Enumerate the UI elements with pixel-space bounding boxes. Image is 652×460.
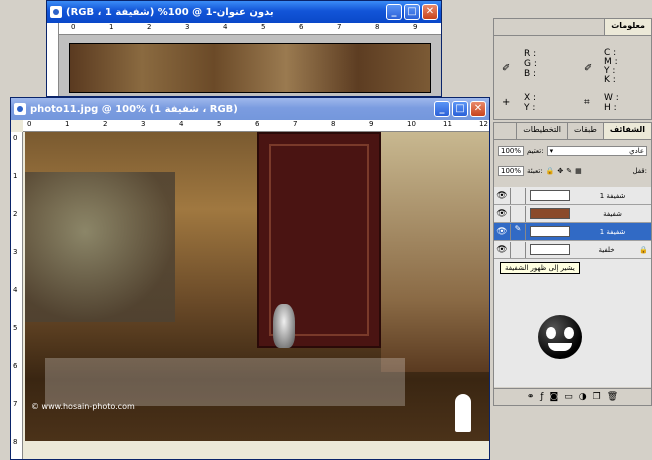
eye-icon[interactable]: 👁 bbox=[494, 187, 511, 204]
eyedropper-icon: ✐ bbox=[584, 63, 593, 74]
tab-info[interactable]: معلومات bbox=[604, 19, 651, 35]
layer-visibility-tooltip: يشير إلى ظهور الشفيفة bbox=[500, 262, 580, 274]
layer-list: 👁 شفيفة 1 👁 شفيفة 👁 ✎ شفيفة 1 👁 خلفية 🔒 ي… bbox=[494, 187, 651, 387]
maximize-button[interactable]: □ bbox=[404, 4, 420, 20]
xy-readout: X :Y : bbox=[524, 93, 537, 113]
move-lock-icon[interactable]: ✥ bbox=[557, 167, 563, 175]
crosshair-icon: + bbox=[502, 97, 511, 108]
lock-label: قفل: bbox=[632, 167, 647, 175]
close-button[interactable]: ✕ bbox=[422, 4, 438, 20]
layer-actions-bar: ⚭ ƒ ◙ ▭ ◑ ❐ 🗑 bbox=[494, 388, 651, 405]
eyedropper-icon: ✐ bbox=[502, 63, 511, 74]
untitled-document-titlebar[interactable]: بدون عنوان-1 @ 100% (شفيفة 1 ، RGB) _ □ … bbox=[47, 1, 441, 23]
layers-panel-tabs: الشفائف طبقات التخطيطات bbox=[494, 123, 651, 140]
desktop: { "doc_top": { "title": "بدون عنوان-1 @ … bbox=[0, 0, 652, 460]
paintbrush-icon: ✎ bbox=[511, 223, 526, 240]
copyright-watermark: © www.hosain-photo.com bbox=[31, 402, 135, 411]
photo-document-window[interactable]: photo11.jpg @ 100% (شفيفة 1 ، RGB) _ □ ✕… bbox=[10, 97, 490, 460]
opacity-input[interactable]: 100% bbox=[498, 146, 525, 156]
brush-lock-icon[interactable]: ✎ bbox=[566, 167, 572, 175]
cat bbox=[273, 304, 295, 348]
photo-document-title: photo11.jpg @ 100% (شفيفة 1 ، RGB) bbox=[30, 103, 238, 115]
blend-mode-select[interactable]: ▾ عادي bbox=[546, 146, 647, 156]
photographer-logo bbox=[455, 394, 471, 432]
layer-name: خلفية bbox=[598, 245, 615, 254]
wh-readout: W :H : bbox=[604, 93, 619, 113]
transparency-lock-icon[interactable]: ▦ bbox=[575, 167, 582, 175]
chevron-down-icon: ▾ bbox=[549, 147, 554, 155]
horizontal-ruler: 0123456789 bbox=[59, 23, 441, 35]
new-group-icon[interactable]: ▭ bbox=[564, 392, 573, 402]
eye-icon[interactable]: 👁 bbox=[494, 241, 511, 258]
tab-layers[interactable]: طبقات bbox=[567, 123, 603, 139]
link-icon[interactable]: ⚭ bbox=[527, 392, 535, 402]
layer-thumbnail bbox=[530, 226, 570, 237]
eye-icon[interactable]: 👁 bbox=[494, 223, 511, 240]
maximize-button[interactable]: □ bbox=[452, 101, 468, 117]
tab-channels[interactable]: الشفائف bbox=[602, 123, 651, 139]
layer-name: شفيفة bbox=[603, 209, 622, 218]
document-canvas-area[interactable] bbox=[59, 35, 441, 96]
close-button[interactable]: ✕ bbox=[470, 101, 486, 117]
info-panel-tabs: معلومات bbox=[494, 19, 651, 36]
lock-icon: 🔒 bbox=[639, 245, 648, 254]
new-layer-icon[interactable]: ❐ bbox=[593, 392, 601, 402]
adjustment-layer-icon[interactable]: ◑ bbox=[579, 392, 587, 402]
vertical-ruler: 012345678 bbox=[11, 132, 23, 459]
selection-overlay[interactable] bbox=[45, 358, 405, 406]
layers-panel[interactable]: الشفائف طبقات التخطيطات 100% تعتيم: ▾ عا… bbox=[493, 122, 652, 406]
eye-icon[interactable]: 👁 bbox=[494, 205, 511, 222]
layer-row[interactable]: 👁 خلفية 🔒 bbox=[494, 241, 651, 259]
layer-name: شفيفة 1 bbox=[599, 191, 626, 200]
layer-strip-preview[interactable] bbox=[69, 43, 431, 93]
photo-document-titlebar[interactable]: photo11.jpg @ 100% (شفيفة 1 ، RGB) _ □ ✕ bbox=[11, 98, 489, 120]
vertical-ruler bbox=[47, 23, 59, 96]
layer-row-selected[interactable]: 👁 ✎ شفيفة 1 bbox=[494, 223, 651, 241]
layer-row[interactable]: 👁 شفيفة bbox=[494, 205, 651, 223]
layer-thumbnail bbox=[530, 190, 570, 201]
tab-paths[interactable]: التخطيطات bbox=[516, 123, 567, 139]
photoshop-doc-icon bbox=[14, 103, 26, 115]
lock-icon[interactable]: 🔒 bbox=[546, 167, 555, 175]
cmyk-readout: C :M :Y :K : bbox=[604, 48, 618, 85]
untitled-document-title: بدون عنوان-1 @ 100% (شفيفة 1 ، RGB) bbox=[66, 6, 274, 18]
horizontal-ruler: 0 1 2 3 4 5 6 7 8 9 10 11 12 bbox=[23, 120, 489, 132]
opacity-label: تعتيم: bbox=[527, 147, 544, 155]
fill-input[interactable]: 100% bbox=[498, 166, 525, 176]
blend-opacity-row: 100% تعتيم: ▾ عادي bbox=[498, 143, 647, 159]
lock-fill-row: 100% تعبئة: 🔒 ✥ ✎ ▦ قفل: bbox=[498, 163, 647, 179]
untitled-document-window[interactable]: بدون عنوان-1 @ 100% (شفيفة 1 ، RGB) _ □ … bbox=[46, 0, 442, 97]
minimize-button[interactable]: _ bbox=[386, 4, 402, 20]
wall-left-graffiti bbox=[25, 172, 175, 322]
layer-thumbnail bbox=[530, 208, 570, 219]
rgb-readout: R :G :B : bbox=[524, 49, 537, 79]
fill-label: تعبئة: bbox=[527, 167, 543, 175]
smiley-emoticon bbox=[538, 315, 582, 359]
layer-style-icon[interactable]: ƒ bbox=[540, 392, 543, 402]
mask-icon[interactable]: ◙ bbox=[550, 392, 559, 402]
photo-canvas[interactable]: © www.hosain-photo.com bbox=[25, 132, 489, 441]
layer-name: شفيفة 1 bbox=[599, 227, 626, 236]
minimize-button[interactable]: _ bbox=[434, 101, 450, 117]
photoshop-doc-icon bbox=[50, 6, 62, 18]
wall-right bbox=[381, 132, 489, 372]
info-panel[interactable]: معلومات ✐ R :G :B : ✐ C :M :Y :K : + X :… bbox=[493, 18, 652, 120]
layer-thumbnail bbox=[530, 244, 570, 255]
layer-row[interactable]: 👁 شفيفة 1 bbox=[494, 187, 651, 205]
trash-icon[interactable]: 🗑 bbox=[607, 392, 618, 402]
selection-size-icon: ⌗ bbox=[584, 97, 590, 108]
